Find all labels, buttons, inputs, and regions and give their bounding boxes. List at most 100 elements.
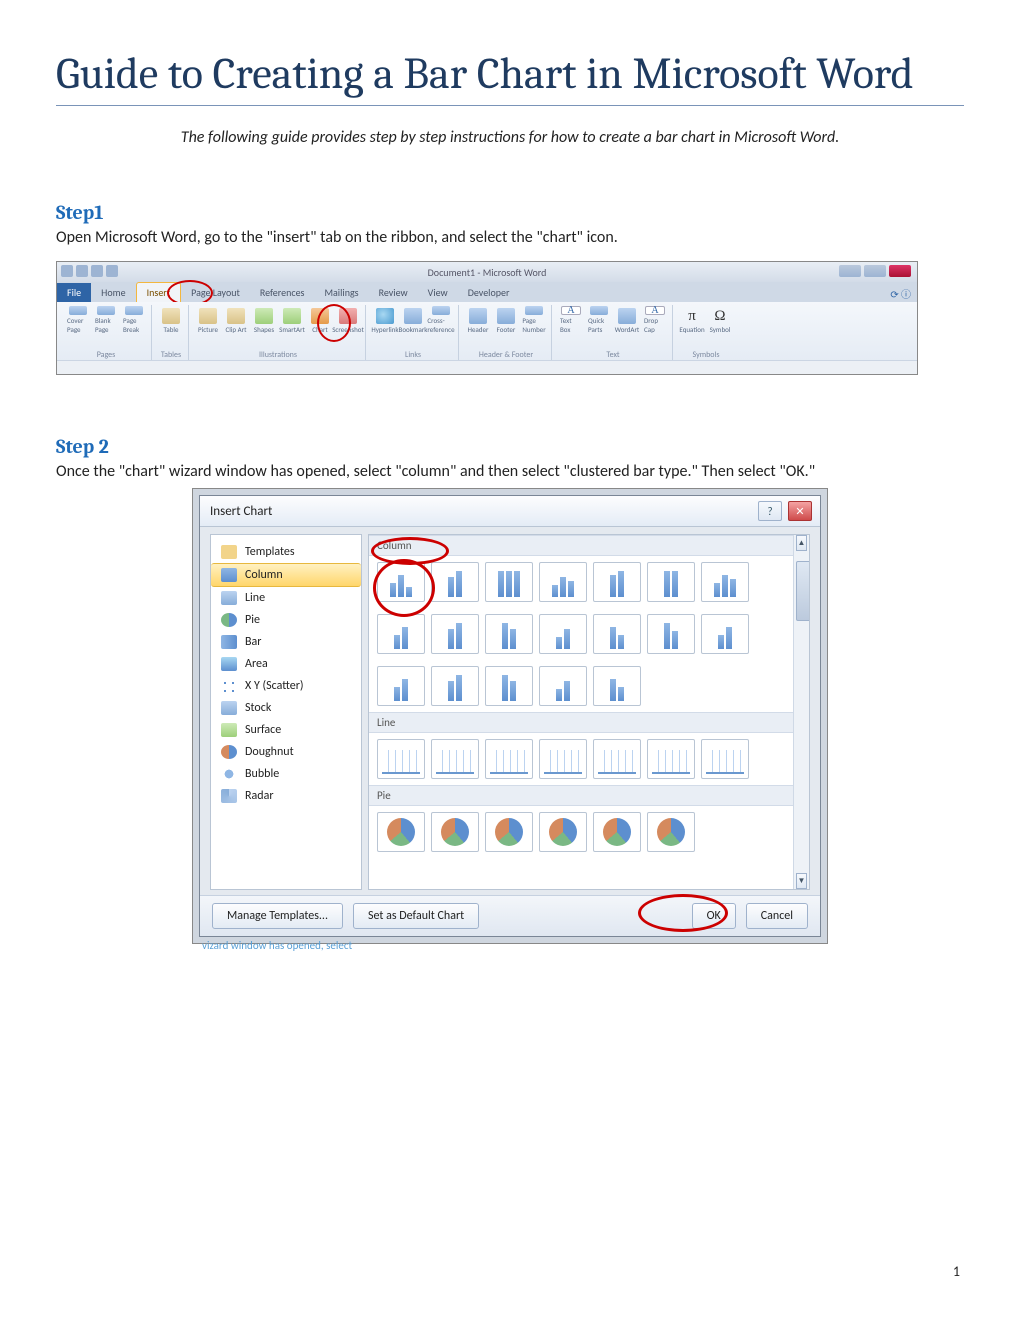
tab-home[interactable]: Home bbox=[91, 283, 135, 302]
cross-reference-button[interactable]: Cross-reference bbox=[430, 306, 452, 334]
chart-type-line[interactable] bbox=[377, 739, 425, 779]
quick-parts-button[interactable]: Quick Parts bbox=[588, 306, 610, 334]
chart-category-list[interactable]: Templates Column Line Pie Bar Area X Y (… bbox=[210, 534, 362, 890]
blank-page-button[interactable]: Blank Page bbox=[95, 306, 117, 334]
chart-type-col-extra1[interactable] bbox=[539, 614, 587, 654]
chart-type-col-extra8[interactable] bbox=[539, 666, 587, 706]
manage-templates-button[interactable]: Manage Templates... bbox=[212, 903, 343, 929]
chart-type-col-extra4[interactable] bbox=[701, 614, 749, 654]
group-header-footer: Header Footer Page Number Header & Foote… bbox=[461, 305, 552, 361]
bookmark-button[interactable]: Bookmark bbox=[402, 306, 424, 334]
table-button[interactable]: Table bbox=[160, 306, 182, 334]
smartart-button[interactable]: SmartArt bbox=[281, 306, 303, 334]
page-break-button[interactable]: Page Break bbox=[123, 306, 145, 334]
chart-type-col-extra6[interactable] bbox=[431, 666, 479, 706]
cancel-button[interactable]: Cancel bbox=[746, 903, 808, 929]
chart-type-3d-line[interactable] bbox=[701, 739, 749, 779]
cat-doughnut[interactable]: Doughnut bbox=[211, 741, 361, 763]
cover-page-button[interactable]: Cover Page bbox=[67, 306, 89, 334]
text-box-button[interactable]: Text Box bbox=[560, 306, 582, 334]
group-links: Hyperlink Bookmark Cross-reference Links bbox=[368, 305, 459, 361]
symbol-button[interactable]: Symbol bbox=[709, 306, 731, 334]
scrollbar-thumb[interactable] bbox=[796, 561, 810, 621]
cat-surface[interactable]: Surface bbox=[211, 719, 361, 741]
gallery-header-pie: Pie bbox=[369, 785, 809, 806]
ruler bbox=[57, 360, 917, 375]
tab-references[interactable]: References bbox=[250, 283, 315, 302]
chart-type-3d-column[interactable] bbox=[701, 562, 749, 602]
window-title: Document1 - Microsoft Word bbox=[57, 262, 917, 282]
chart-gallery: Column bbox=[368, 534, 810, 890]
ribbon-help-icons: ⟳ ⓘ bbox=[890, 286, 911, 301]
step1-body: Open Microsoft Word, go to the "insert" … bbox=[56, 228, 964, 247]
tab-mailings[interactable]: Mailings bbox=[314, 283, 368, 302]
chart-type-col-extra7[interactable] bbox=[485, 666, 533, 706]
gallery-header-line: Line bbox=[369, 712, 809, 733]
gallery-scrollbar[interactable]: ▲ ▼ bbox=[793, 535, 809, 889]
header-button[interactable]: Header bbox=[467, 306, 489, 334]
annotation-circle-clustered-column bbox=[373, 559, 435, 617]
chart-type-pyramid[interactable] bbox=[485, 614, 533, 654]
drop-cap-button[interactable]: Drop Cap bbox=[644, 306, 666, 334]
clip-art-button[interactable]: Clip Art bbox=[225, 306, 247, 334]
cat-bar[interactable]: Bar bbox=[211, 631, 361, 653]
page-number-button[interactable]: Page Number bbox=[523, 306, 545, 334]
page-title: Guide to Creating a Bar Chart in Microso… bbox=[56, 48, 964, 99]
chart-type-col-extra9[interactable] bbox=[593, 666, 641, 706]
chart-type-col-extra2[interactable] bbox=[593, 614, 641, 654]
group-tables: Table Tables bbox=[154, 305, 189, 361]
hyperlink-button[interactable]: Hyperlink bbox=[374, 306, 396, 334]
step2-heading: Step 2 bbox=[56, 435, 964, 458]
cat-column[interactable]: Column bbox=[211, 563, 361, 587]
intro-text: The following guide provides step by ste… bbox=[56, 128, 964, 147]
cat-templates[interactable]: Templates bbox=[211, 541, 361, 563]
chart-type-3d-pie[interactable] bbox=[431, 812, 479, 852]
chart-type-100-line[interactable] bbox=[485, 739, 533, 779]
chart-type-stacked-line[interactable] bbox=[431, 739, 479, 779]
chart-type-exploded-3d-pie[interactable] bbox=[593, 812, 641, 852]
group-text: Text Box Quick Parts WordArt Drop Cap Te… bbox=[554, 305, 673, 361]
chart-type-col-extra3[interactable] bbox=[647, 614, 695, 654]
chart-type-pie[interactable] bbox=[377, 812, 425, 852]
cat-bubble[interactable]: Bubble bbox=[211, 763, 361, 785]
chart-type-exploded-pie[interactable] bbox=[539, 812, 587, 852]
cat-stock[interactable]: Stock bbox=[211, 697, 361, 719]
cat-scatter[interactable]: X Y (Scatter) bbox=[211, 675, 361, 697]
wordart-button[interactable]: WordArt bbox=[616, 306, 638, 334]
chart-type-cylinder[interactable] bbox=[377, 614, 425, 654]
dialog-help-button[interactable]: ? bbox=[758, 501, 782, 521]
dialog-close-button[interactable]: ✕ bbox=[788, 501, 812, 521]
tab-file[interactable]: File bbox=[57, 283, 91, 302]
tab-review[interactable]: Review bbox=[369, 283, 418, 302]
chart-type-100-line-markers[interactable] bbox=[647, 739, 695, 779]
chart-type-stacked-line-markers[interactable] bbox=[593, 739, 641, 779]
chart-type-cone[interactable] bbox=[431, 614, 479, 654]
chart-type-line-markers[interactable] bbox=[539, 739, 587, 779]
cat-radar[interactable]: Radar bbox=[211, 785, 361, 807]
cat-line[interactable]: Line bbox=[211, 587, 361, 609]
equation-button[interactable]: Equation bbox=[681, 306, 703, 334]
tab-developer[interactable]: Developer bbox=[458, 283, 520, 302]
chart-type-100-stacked-column[interactable] bbox=[485, 562, 533, 602]
annotation-circle-chart-button bbox=[317, 304, 351, 342]
ribbon: Cover Page Blank Page Page Break Pages T… bbox=[57, 302, 917, 365]
shapes-button[interactable]: Shapes bbox=[253, 306, 275, 334]
chart-type-col-extra5[interactable] bbox=[377, 666, 425, 706]
truncated-caption: vizard window has opened, select bbox=[202, 939, 352, 952]
chart-type-pie-of-pie[interactable] bbox=[485, 812, 533, 852]
picture-button[interactable]: Picture bbox=[197, 306, 219, 334]
set-default-chart-button[interactable]: Set as Default Chart bbox=[353, 903, 479, 929]
chart-type-3d-100[interactable] bbox=[647, 562, 695, 602]
screenshot-ribbon: Document1 - Microsoft Word File Home Ins… bbox=[56, 261, 918, 375]
chart-type-3d-stacked[interactable] bbox=[593, 562, 641, 602]
cat-pie[interactable]: Pie bbox=[211, 609, 361, 631]
window-controls bbox=[839, 265, 911, 277]
cat-area[interactable]: Area bbox=[211, 653, 361, 675]
step2-body: Once the "chart" wizard window has opene… bbox=[56, 462, 964, 481]
dialog-title: Insert Chart bbox=[200, 496, 820, 527]
tab-view[interactable]: View bbox=[418, 283, 458, 302]
footer-button[interactable]: Footer bbox=[495, 306, 517, 334]
chart-type-bar-of-pie[interactable] bbox=[647, 812, 695, 852]
chart-type-stacked-column[interactable] bbox=[431, 562, 479, 602]
chart-type-3d-clustered[interactable] bbox=[539, 562, 587, 602]
